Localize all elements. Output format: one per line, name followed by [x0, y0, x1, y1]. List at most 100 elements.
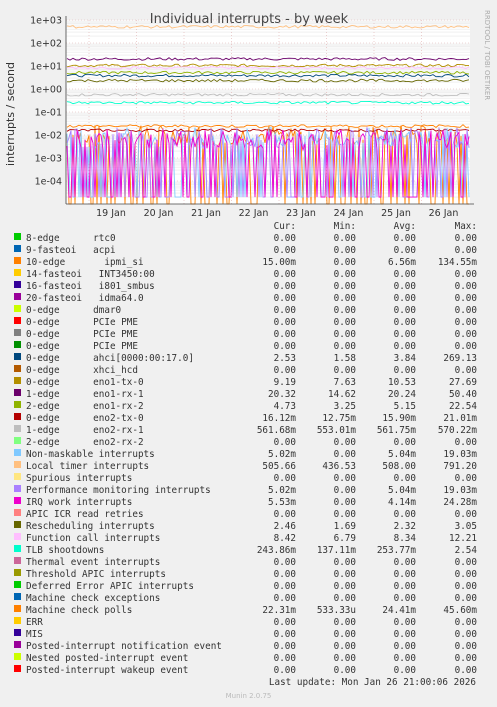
legend-swatch — [14, 377, 21, 384]
series-avg: 15.90m — [382, 413, 416, 424]
legend-swatch — [14, 293, 21, 300]
legend-row: Deferred Error APIC interrupts 0.00 0.00 0.… — [0, 581, 497, 593]
last-update: Last update: Mon Jan 26 21:00:06 2026 — [268, 677, 476, 688]
chart-title: Individual interrupts - by week — [150, 12, 349, 27]
legend-swatch — [14, 461, 21, 468]
series-max: 134.55m — [437, 257, 477, 268]
legend-row: 0-edge xhci_hcd 0.00 0.00 0.00 0.00 — [0, 365, 497, 377]
series-avg: 0.00 — [393, 329, 416, 340]
series-name: Threshold APIC interrupts — [26, 569, 166, 580]
series-max: 19.03m — [443, 485, 477, 496]
legend-swatch — [14, 281, 21, 288]
legend-header: Cur: Min: Avg: Max: — [0, 221, 497, 233]
series-avg: 0.00 — [393, 569, 416, 580]
legend-swatch — [14, 533, 21, 540]
legend-swatch — [14, 449, 21, 456]
series-max: 0.00 — [454, 629, 477, 640]
series-name: Posted-interrupt notification event — [26, 641, 222, 652]
legend-row: 8-edge rtc0 0.00 0.00 0.00 0.00 — [0, 233, 497, 245]
series-avg: 0.00 — [393, 665, 416, 676]
y-tick-label: 1e+00 — [30, 85, 62, 96]
series-max: 0.00 — [454, 557, 477, 568]
series-name: 14-fasteoi INT3450:00 — [26, 269, 155, 280]
series-name: 0-edge eno2-tx-0 — [26, 413, 144, 424]
x-tick-label: 24 Jan — [334, 208, 364, 219]
legend-row: IRQ work interrupts 5.53m 0.00 4.14m 24.28m — [0, 497, 497, 509]
x-tick-label: 22 Jan — [239, 208, 269, 219]
legend-row: 2-edge eno2-rx-2 0.00 0.00 0.00 0.00 — [0, 437, 497, 449]
series-avg: 4.14m — [388, 497, 416, 508]
series-avg: 0.00 — [393, 233, 416, 244]
series-name: 8-edge rtc0 — [26, 233, 116, 244]
series-avg: 3.84 — [393, 353, 416, 364]
series-max: 0.00 — [454, 233, 477, 244]
series-max: 21.01m — [443, 413, 477, 424]
series-avg: 24.41m — [382, 605, 416, 616]
series-name: 0-edge ahci[0000:00:17.0] — [26, 353, 194, 364]
series-avg: 5.04m — [388, 449, 416, 460]
series-max: 0.00 — [454, 329, 477, 340]
series-name: 9-fasteoi acpi — [26, 245, 116, 256]
series-name: APIC ICR read retries — [26, 509, 144, 520]
legend-swatch — [14, 641, 21, 648]
legend-swatch — [14, 629, 21, 636]
series-max: 2.54 — [454, 545, 477, 556]
series-max: 27.69 — [449, 377, 477, 388]
series-name: 0-edge dmar0 — [26, 305, 122, 316]
series-max: 0.00 — [454, 473, 477, 484]
legend-row: 20-fasteoi idma64.0 0.00 0.00 0.00 0.00 — [0, 293, 497, 305]
legend-swatch — [14, 413, 21, 420]
legend-swatch — [14, 617, 21, 624]
legend-row: 16-fasteoi i801_smbus 0.00 0.00 0.00 0.00 — [0, 281, 497, 293]
legend-table: Cur: Min: Avg: Max: 8-edge rtc0 0.00 0.00 0… — [0, 221, 497, 677]
series-avg: 0.00 — [393, 473, 416, 484]
legend-row: Local timer interrupts 505.66 436.53 508.00… — [0, 461, 497, 473]
x-tick-label: 20 Jan — [144, 208, 174, 219]
series-avg: 0.00 — [393, 341, 416, 352]
series-name: 20-fasteoi idma64.0 — [26, 293, 144, 304]
legend-row: Threshold APIC interrupts 0.00 0.00 0.00 0.0… — [0, 569, 497, 581]
legend-row: 0-edge eno1-tx-0 9.19 7.63 10.53 27.69 — [0, 377, 497, 389]
legend-rows: 8-edge rtc0 0.00 0.00 0.00 0.00 9-fasteoi acp… — [0, 233, 497, 677]
series-avg: 10.53 — [388, 377, 416, 388]
legend-swatch — [14, 593, 21, 600]
legend-row: 1-edge eno1-rx-1 20.32 14.62 20.24 50.40 — [0, 389, 497, 401]
series-name: 0-edge xhci_hcd — [26, 365, 138, 376]
series-avg: 0.00 — [393, 281, 416, 292]
series-name: Performance monitoring interrupts — [26, 485, 211, 496]
series-avg: 20.24 — [388, 389, 416, 400]
series-avg: 0.00 — [393, 629, 416, 640]
series-max: 0.00 — [454, 641, 477, 652]
series-name: Non-maskable interrupts — [26, 449, 155, 460]
series-name: Nested posted-interrupt event — [26, 653, 189, 664]
legend-swatch — [14, 245, 21, 252]
y-axis-label: interrupts / second — [4, 62, 17, 166]
x-tick-label: 25 Jan — [381, 208, 411, 219]
legend-row: APIC ICR read retries 0.00 0.00 0.00 0.00 — [0, 509, 497, 521]
legend-swatch — [14, 557, 21, 564]
legend-row: TLB shootdowns 243.86m 137.11m 253.77m 2.54 — [0, 545, 497, 557]
series-max: 0.00 — [454, 593, 477, 604]
series-name: 16-fasteoi i801_smbus — [26, 281, 155, 292]
legend-swatch — [14, 545, 21, 552]
legend-swatch — [14, 365, 21, 372]
series-avg: 0.00 — [393, 365, 416, 376]
legend-swatch — [14, 497, 21, 504]
legend-row: 0-edge eno2-tx-0 16.12m 12.75m 15.90m 21.01m — [0, 413, 497, 425]
series-name: 1-edge eno2-rx-1 — [26, 425, 144, 436]
series-avg: 0.00 — [393, 305, 416, 316]
y-tick-label: 1e+02 — [30, 39, 62, 50]
legend-swatch — [14, 233, 21, 240]
series-avg: 0.00 — [393, 269, 416, 280]
series-max: 0.00 — [454, 653, 477, 664]
legend-swatch — [14, 653, 21, 660]
series-name: Local timer interrupts — [26, 461, 150, 472]
series-avg: 0.00 — [393, 293, 416, 304]
series-name: Function call interrupts — [26, 533, 161, 544]
series-avg: 0.00 — [393, 617, 416, 628]
series-name: 0-edge PCIe PME — [26, 329, 138, 340]
series-name: MIS — [26, 629, 43, 640]
series-name: Spurious interrupts — [26, 473, 133, 484]
legend-row: Nested posted-interrupt event 0.00 0.00 0.0… — [0, 653, 497, 665]
legend-row: MIS 0.00 0.00 0.00 0.00 — [0, 629, 497, 641]
